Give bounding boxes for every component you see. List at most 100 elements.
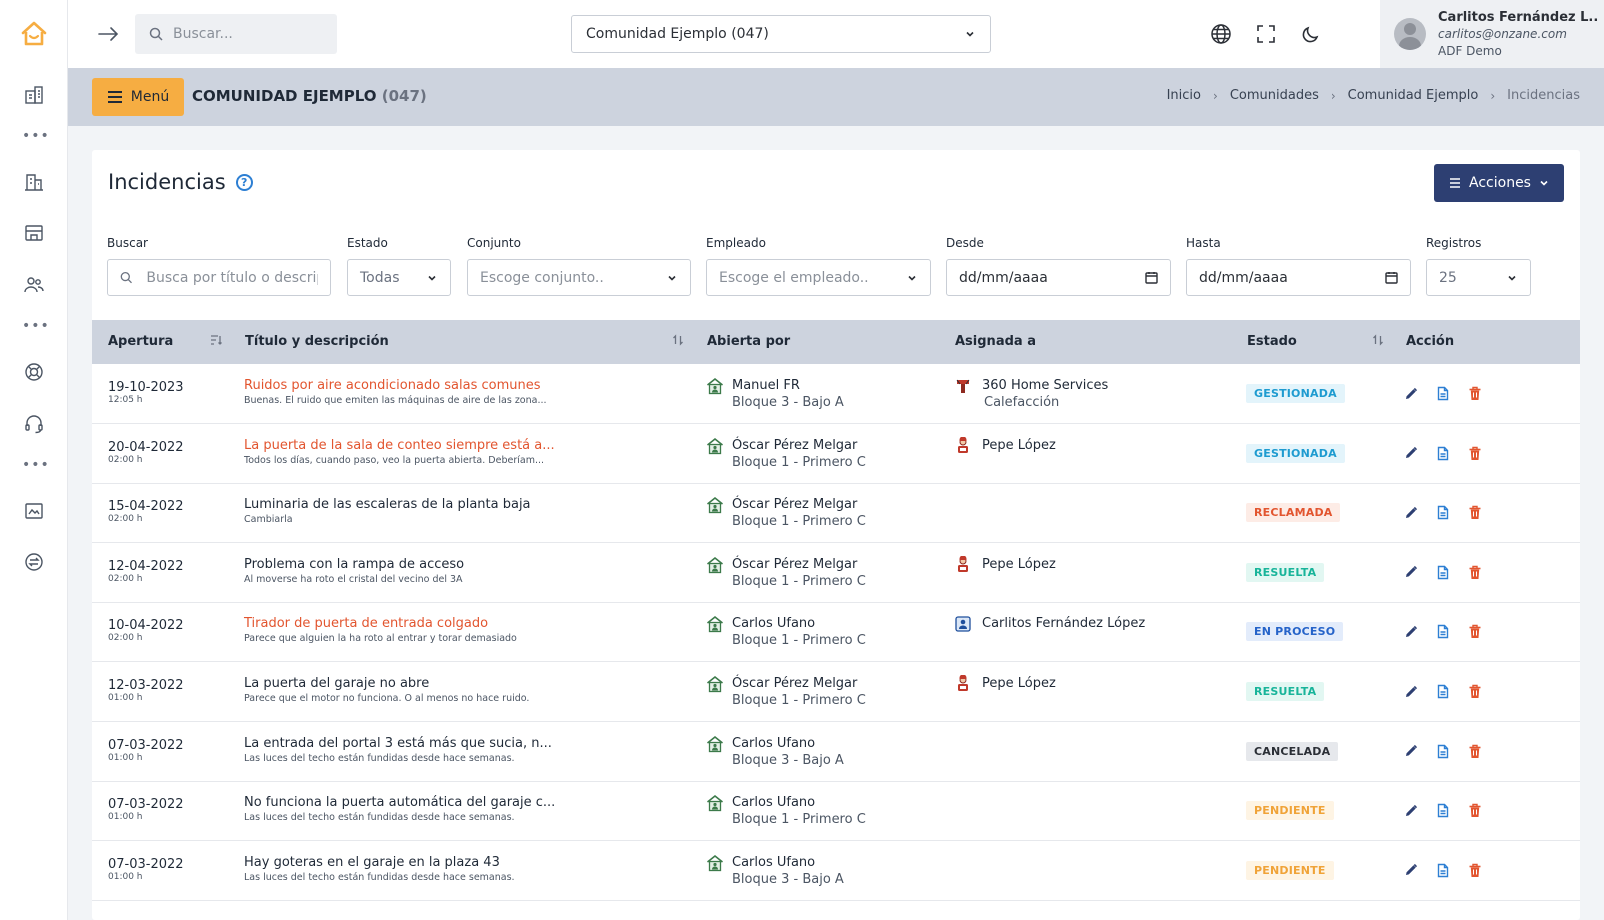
incident-title[interactable]: Ruidos por aire acondicionado salas comu…	[244, 377, 604, 394]
buildings-icon[interactable]	[22, 83, 46, 107]
filter-search-input[interactable]: Busca por título o descripción	[107, 259, 331, 296]
document-icon[interactable]	[1434, 862, 1451, 879]
incident-title[interactable]: La puerta del garaje no abre	[244, 675, 604, 692]
incident-title[interactable]: Luminaria de las escaleras de la planta …	[244, 496, 604, 513]
table-row[interactable]: 07-03-2022 01:00 h No funciona la puerta…	[92, 781, 1580, 842]
menu-button[interactable]: Menú	[92, 78, 184, 116]
filter-empleado-select[interactable]: Escoge el empleado..	[706, 259, 931, 296]
title-cell[interactable]: Problema con la rampa de acceso Al mover…	[244, 556, 604, 587]
edit-pencil-icon[interactable]	[1402, 623, 1419, 640]
fullscreen-icon[interactable]	[1254, 22, 1278, 46]
trash-icon[interactable]	[1466, 862, 1483, 879]
home-logo-icon[interactable]	[20, 20, 48, 48]
column-estado[interactable]: Estado	[1247, 334, 1297, 349]
building-icon[interactable]	[22, 170, 46, 194]
filter-conjunto-select[interactable]: Escoge conjunto..	[467, 259, 691, 296]
breadcrumb-inicio[interactable]: Inicio	[1167, 88, 1201, 103]
trash-icon[interactable]	[1466, 564, 1483, 581]
trash-icon[interactable]	[1466, 623, 1483, 640]
calendar-icon[interactable]	[1145, 271, 1158, 284]
incident-title[interactable]: Problema con la rampa de acceso	[244, 556, 604, 573]
opened-by-cell: Óscar Pérez Melgar Bloque 1 - Primero C	[706, 556, 866, 590]
trash-icon[interactable]	[1466, 504, 1483, 521]
title-cell[interactable]: Tirador de puerta de entrada colgado Par…	[244, 615, 604, 646]
sort-icon[interactable]	[672, 334, 684, 349]
users-icon[interactable]	[22, 273, 46, 297]
document-icon[interactable]	[1434, 385, 1451, 402]
opened-by-name: Carlos Ufano	[732, 735, 816, 751]
lifebuoy-icon[interactable]	[22, 360, 46, 384]
sort-desc-icon[interactable]	[210, 334, 222, 349]
transfer-icon[interactable]	[22, 550, 46, 574]
opened-by-location: Bloque 3 - Bajo A	[732, 395, 844, 410]
document-icon[interactable]	[1434, 504, 1451, 521]
actions-button[interactable]: Acciones	[1434, 164, 1564, 202]
title-cell[interactable]: La puerta del garaje no abre Parece que …	[244, 675, 604, 706]
edit-pencil-icon[interactable]	[1402, 862, 1419, 879]
map-icon[interactable]	[22, 499, 46, 523]
document-icon[interactable]	[1434, 564, 1451, 581]
incident-title[interactable]: La puerta de la sala de conteo siempre e…	[244, 437, 604, 454]
community-select[interactable]: Comunidad Ejemplo (047)	[571, 15, 991, 53]
title-cell[interactable]: Ruidos por aire acondicionado salas comu…	[244, 377, 604, 408]
trash-icon[interactable]	[1466, 743, 1483, 760]
opened-by-cell: Carlos Ufano Bloque 3 - Bajo A	[706, 854, 844, 888]
incident-description: Al moverse ha roto el cristal del vecino…	[244, 573, 463, 585]
storefront-icon[interactable]	[22, 221, 46, 245]
filter-desde-date[interactable]: dd/mm/aaaa	[946, 259, 1171, 296]
edit-pencil-icon[interactable]	[1402, 445, 1419, 462]
trash-icon[interactable]	[1466, 802, 1483, 819]
breadcrumb-comunidad[interactable]: Comunidad Ejemplo	[1348, 88, 1479, 103]
filter-label-estado: Estado	[347, 236, 388, 250]
edit-pencil-icon[interactable]	[1402, 743, 1419, 760]
table-row[interactable]: 07-03-2022 01:00 h Hay goteras en el gar…	[92, 841, 1580, 901]
table-row[interactable]: 07-03-2022 01:00 h La entrada del portal…	[92, 722, 1580, 782]
trash-icon[interactable]	[1466, 385, 1483, 402]
edit-pencil-icon[interactable]	[1402, 683, 1419, 700]
user-menu[interactable]: Carlitos Fernández L.. carlitos@onzane.c…	[1380, 0, 1604, 68]
help-icon[interactable]: ?	[235, 173, 253, 191]
opened-by-cell: Óscar Pérez Melgar Bloque 1 - Primero C	[706, 496, 866, 530]
document-icon[interactable]	[1434, 802, 1451, 819]
globe-icon[interactable]	[1209, 22, 1233, 46]
filter-registros-select[interactable]: 25	[1426, 259, 1531, 296]
edit-pencil-icon[interactable]	[1402, 504, 1419, 521]
column-apertura[interactable]: Apertura	[108, 334, 173, 349]
edit-pencil-icon[interactable]	[1402, 385, 1419, 402]
table-row[interactable]: 12-04-2022 02:00 h Problema con la rampa…	[92, 543, 1580, 603]
title-cell[interactable]: La entrada del portal 3 está más que suc…	[244, 735, 604, 766]
trash-icon[interactable]	[1466, 683, 1483, 700]
incident-title[interactable]: Tirador de puerta de entrada colgado	[244, 615, 604, 632]
table-row[interactable]: 20-04-2022 02:00 h La puerta de la sala …	[92, 424, 1580, 484]
trash-icon[interactable]	[1466, 445, 1483, 462]
title-cell[interactable]: Hay goteras en el garaje en la plaza 43 …	[244, 854, 604, 885]
table-row[interactable]: 10-04-2022 02:00 h Tirador de puerta de …	[92, 602, 1580, 663]
edit-pencil-icon[interactable]	[1402, 564, 1419, 581]
title-cell[interactable]: Luminaria de las escaleras de la planta …	[244, 496, 604, 527]
document-icon[interactable]	[1434, 445, 1451, 462]
incident-title[interactable]: No funciona la puerta automática del gar…	[244, 794, 604, 811]
global-search-input[interactable]: Buscar...	[135, 14, 337, 54]
column-titulo[interactable]: Título y descripción	[245, 334, 389, 349]
incident-title[interactable]: Hay goteras en el garaje en la plaza 43	[244, 854, 604, 871]
breadcrumb-comunidades[interactable]: Comunidades	[1230, 88, 1319, 103]
headset-icon[interactable]	[22, 412, 46, 436]
table-row[interactable]: 19-10-2023 12:05 h Ruidos por aire acond…	[92, 364, 1580, 424]
edit-pencil-icon[interactable]	[1402, 802, 1419, 819]
document-icon[interactable]	[1434, 683, 1451, 700]
document-icon[interactable]	[1434, 623, 1451, 640]
document-icon[interactable]	[1434, 743, 1451, 760]
title-cell[interactable]: No funciona la puerta automática del gar…	[244, 794, 604, 825]
assigned-name: Pepe López	[982, 676, 1056, 691]
incident-title[interactable]: La entrada del portal 3 está más que suc…	[244, 735, 604, 752]
arrow-right-icon[interactable]	[96, 22, 120, 46]
filter-hasta-date[interactable]: dd/mm/aaaa	[1186, 259, 1411, 296]
table-row[interactable]: 12-03-2022 01:00 h La puerta del garaje …	[92, 662, 1580, 722]
hamburger-icon	[107, 91, 122, 103]
moon-icon[interactable]	[1299, 22, 1323, 46]
filter-estado-select[interactable]: Todas	[347, 259, 451, 296]
title-cell[interactable]: La puerta de la sala de conteo siempre e…	[244, 437, 604, 468]
sort-icon[interactable]	[1372, 334, 1384, 349]
table-row[interactable]: 15-04-2022 02:00 h Luminaria de las esca…	[92, 483, 1580, 544]
calendar-icon[interactable]	[1385, 271, 1398, 284]
